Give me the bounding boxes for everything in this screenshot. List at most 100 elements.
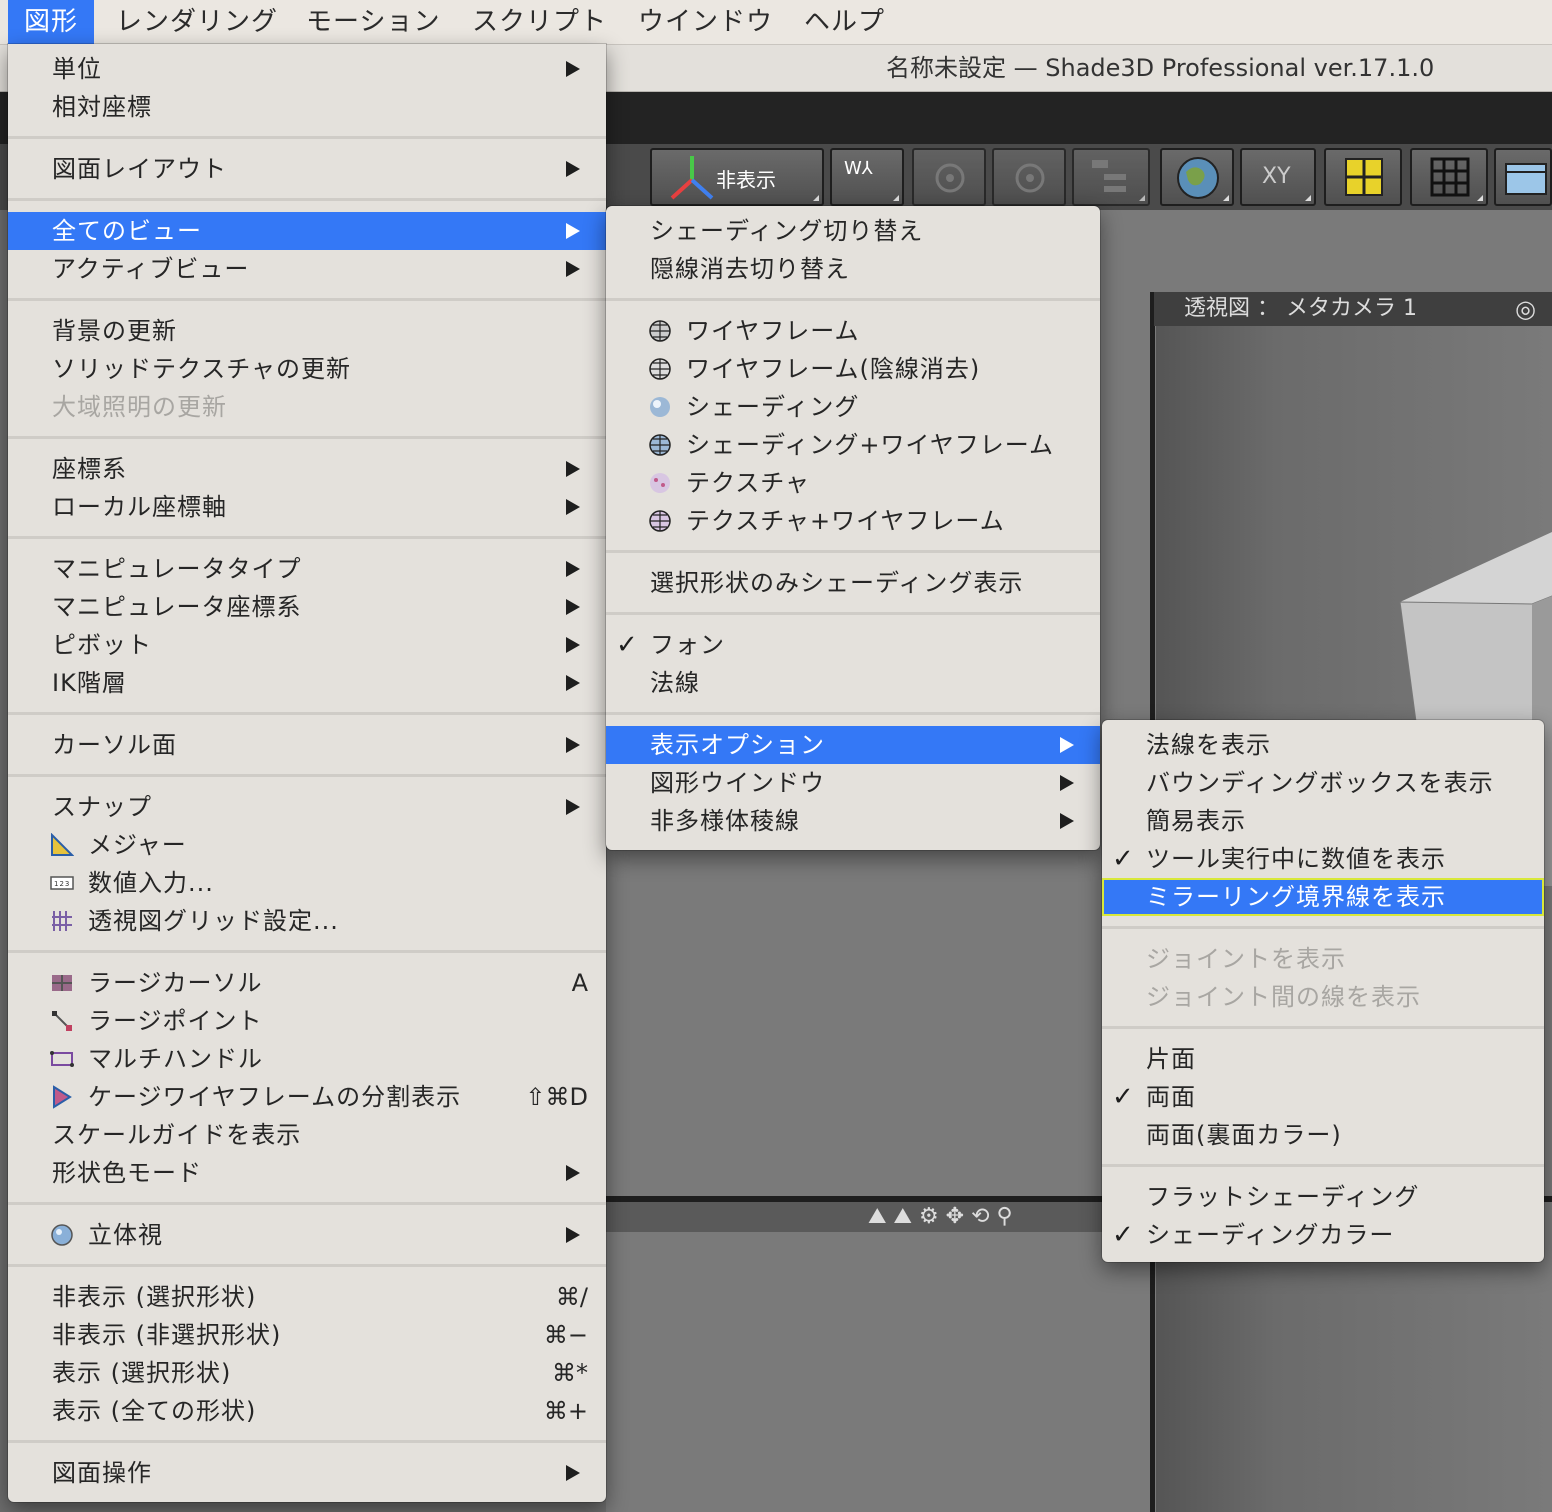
menu-separator bbox=[8, 298, 606, 301]
menu-item-all-views[interactable]: 全てのビュー bbox=[8, 212, 606, 250]
menubar-item-motion[interactable]: モーション bbox=[306, 0, 440, 44]
menu-item-hide-unselected[interactable]: 非表示 (非選択形状) ⌘− bbox=[8, 1316, 606, 1354]
menu-item-shape-window[interactable]: 図形ウインドウ bbox=[606, 764, 1100, 802]
menu-item-shortcut: ⌘/ bbox=[555, 1283, 588, 1311]
menu-item-manipulator-type[interactable]: マニピュレータタイプ bbox=[8, 550, 606, 588]
menu-separator bbox=[606, 298, 1100, 301]
menu-item-shading[interactable]: シェーディング bbox=[606, 388, 1100, 426]
menu-item-measure[interactable]: メジャー bbox=[8, 826, 606, 864]
menubar-item-help[interactable]: ヘルプ bbox=[804, 0, 885, 44]
target-button-2[interactable] bbox=[992, 148, 1066, 206]
large-cursor-icon bbox=[52, 975, 72, 991]
menu-item-update-solid-texture[interactable]: ソリッドテクスチャの更新 bbox=[8, 350, 606, 388]
menubar-item-script[interactable]: スクリプト bbox=[472, 0, 607, 44]
menu-item-update-background[interactable]: 背景の更新 bbox=[8, 312, 606, 350]
menu-item-shading-color[interactable]: ✓ シェーディングカラー bbox=[1102, 1216, 1544, 1254]
menubar-item-window[interactable]: ウインドウ bbox=[638, 0, 773, 44]
measure-icon bbox=[51, 833, 74, 856]
menu-item-shade-selected-only[interactable]: 選択形状のみシェーディング表示 bbox=[606, 564, 1100, 602]
grid-button[interactable] bbox=[1410, 148, 1488, 206]
menu-item-wireframe[interactable]: ワイヤフレーム bbox=[606, 312, 1100, 350]
menu-item-large-point[interactable]: ラージポイント bbox=[8, 1002, 606, 1040]
numeric-input-icon: 123 bbox=[50, 876, 74, 890]
menu-item-normal[interactable]: 法線 bbox=[606, 664, 1100, 702]
menu-item-texture-wireframe[interactable]: テクスチャ+ワイヤフレーム bbox=[606, 502, 1100, 540]
menu-separator bbox=[606, 712, 1100, 715]
menu-item-simple-display[interactable]: 簡易表示 bbox=[1102, 802, 1544, 840]
view-tools-icons[interactable]: ⛰ ⛰ ⚙ ✥ ⟲ ⚲ bbox=[868, 1204, 1013, 1229]
menu-item-snap[interactable]: スナップ bbox=[8, 788, 606, 826]
globe-button[interactable] bbox=[1160, 148, 1234, 206]
menu-item-hide-selected[interactable]: 非表示 (選択形状) ⌘/ bbox=[8, 1278, 606, 1316]
menu-item-label: 図面レイアウト bbox=[52, 155, 227, 183]
menu-item-large-cursor[interactable]: ラージカーソル A bbox=[8, 964, 606, 1002]
view-settings-icon[interactable]: ◎ bbox=[1515, 292, 1536, 326]
menu-item-double-sided[interactable]: ✓ 両面 bbox=[1102, 1078, 1544, 1116]
menu-item-label: 非表示 (非選択形状) bbox=[52, 1321, 282, 1349]
menu-item-label: シェーディング切り替え bbox=[650, 217, 924, 245]
menu-item-drawing-layout[interactable]: 図面レイアウト bbox=[8, 150, 606, 188]
menu-item-stereo[interactable]: 立体視 bbox=[8, 1216, 606, 1254]
menu-item-label: 片面 bbox=[1146, 1045, 1196, 1073]
menu-item-show-all[interactable]: 表示 (全ての形状) ⌘+ bbox=[8, 1392, 606, 1430]
menu-item-texture[interactable]: テクスチャ bbox=[606, 464, 1100, 502]
menu-item-show-bounding-box[interactable]: バウンディングボックスを表示 bbox=[1102, 764, 1544, 802]
menu-item-local-axes[interactable]: ローカル座標軸 bbox=[8, 488, 606, 526]
menu-item-ik-hierarchy[interactable]: IK階層 bbox=[8, 664, 606, 702]
menu-item-non-manifold-edges[interactable]: 非多様体稜線 bbox=[606, 802, 1100, 840]
menu-item-wireframe-hidden[interactable]: ワイヤフレーム(陰線消去) bbox=[606, 350, 1100, 388]
menubar-item-rendering[interactable]: レンダリング bbox=[116, 0, 278, 44]
world-axis-button[interactable]: W⅄ bbox=[830, 148, 904, 206]
all-views-submenu: シェーディング切り替え 隠線消去切り替え ワイヤフレーム ワイヤフレーム(陰線消… bbox=[606, 206, 1100, 850]
menu-item-relative-coords[interactable]: 相対座標 bbox=[8, 88, 606, 126]
axis-hidden-button[interactable]: 非表示 bbox=[650, 148, 824, 206]
window-title: 名称未設定 — Shade3D Professional ver.17.1.0 bbox=[886, 54, 1435, 82]
menu-item-show-normals[interactable]: 法線を表示 bbox=[1102, 726, 1544, 764]
grid-settings-icon bbox=[52, 911, 72, 931]
menu-item-display-options[interactable]: 表示オプション bbox=[606, 726, 1100, 764]
menu-item-pivot[interactable]: ピボット bbox=[8, 626, 606, 664]
menu-item-scale-guide[interactable]: スケールガイドを表示 bbox=[8, 1116, 606, 1154]
menu-item-manipulator-coords[interactable]: マニピュレータ座標系 bbox=[8, 588, 606, 626]
menubar-item-shape[interactable]: 図形 bbox=[8, 0, 95, 44]
menu-item-cage-wireframe[interactable]: ケージワイヤフレームの分割表示 ⇧⌘D bbox=[8, 1078, 606, 1116]
menu-item-numeric-input[interactable]: 123 数値入力... bbox=[8, 864, 606, 902]
menu-item-active-view[interactable]: アクティブビュー bbox=[8, 250, 606, 288]
lower-view-toolbar: ⛰ ⛰ ⚙ ✥ ⟲ ⚲ bbox=[606, 1202, 1152, 1232]
menu-item-shortcut: A bbox=[571, 969, 588, 997]
menu-item-unit[interactable]: 単位 bbox=[8, 50, 606, 88]
menu-item-coordinate-system[interactable]: 座標系 bbox=[8, 450, 606, 488]
menu-item-drawing-operations[interactable]: 図面操作 bbox=[8, 1454, 606, 1492]
submenu-arrow-icon bbox=[566, 799, 580, 815]
menu-separator bbox=[8, 712, 606, 715]
perspective-view-title[interactable]: 透視図 ： メタカメラ 1 bbox=[1184, 292, 1417, 326]
menu-item-single-sided[interactable]: 片面 bbox=[1102, 1040, 1544, 1078]
menu-item-phong[interactable]: ✓ フォン bbox=[606, 626, 1100, 664]
menu-item-label: 透視図グリッド設定... bbox=[88, 907, 339, 935]
menu-item-show-selected[interactable]: 表示 (選択形状) ⌘* bbox=[8, 1354, 606, 1392]
xy-plane-button[interactable]: XY bbox=[1240, 148, 1316, 206]
menu-item-show-mirroring-boundary[interactable]: ミラーリング境界線を表示 bbox=[1102, 878, 1544, 916]
menu-item-shortcut: ⌘− bbox=[543, 1321, 588, 1349]
menu-item-double-sided-back-color[interactable]: 両面(裏面カラー) bbox=[1102, 1116, 1544, 1154]
quad-view-button[interactable] bbox=[1324, 148, 1402, 206]
quad-view-icon bbox=[1345, 158, 1383, 196]
menu-separator bbox=[8, 1264, 606, 1267]
target-icon bbox=[1015, 163, 1045, 193]
menu-item-label: ツール実行中に数値を表示 bbox=[1146, 845, 1446, 873]
menu-item-toggle-shading[interactable]: シェーディング切り替え bbox=[606, 212, 1100, 250]
submenu-arrow-icon bbox=[566, 675, 580, 691]
table-button[interactable] bbox=[1494, 148, 1552, 206]
menu-item-show-values-during-tool[interactable]: ✓ ツール実行中に数値を表示 bbox=[1102, 840, 1544, 878]
dropdown-corner-icon bbox=[813, 195, 819, 201]
menu-item-cursor-plane[interactable]: カーソル面 bbox=[8, 726, 606, 764]
menu-item-label: スナップ bbox=[52, 793, 152, 821]
menu-item-shape-color-mode[interactable]: 形状色モード bbox=[8, 1154, 606, 1192]
hierarchy-button[interactable] bbox=[1072, 148, 1150, 206]
menu-item-flat-shading[interactable]: フラットシェーディング bbox=[1102, 1178, 1544, 1216]
menu-item-shading-wireframe[interactable]: シェーディング+ワイヤフレーム bbox=[606, 426, 1100, 464]
menu-item-grid-settings[interactable]: 透視図グリッド設定... bbox=[8, 902, 606, 940]
menu-item-multi-handle[interactable]: マルチハンドル bbox=[8, 1040, 606, 1078]
target-button-1[interactable] bbox=[912, 148, 986, 206]
menu-item-toggle-hidden-line[interactable]: 隠線消去切り替え bbox=[606, 250, 1100, 288]
